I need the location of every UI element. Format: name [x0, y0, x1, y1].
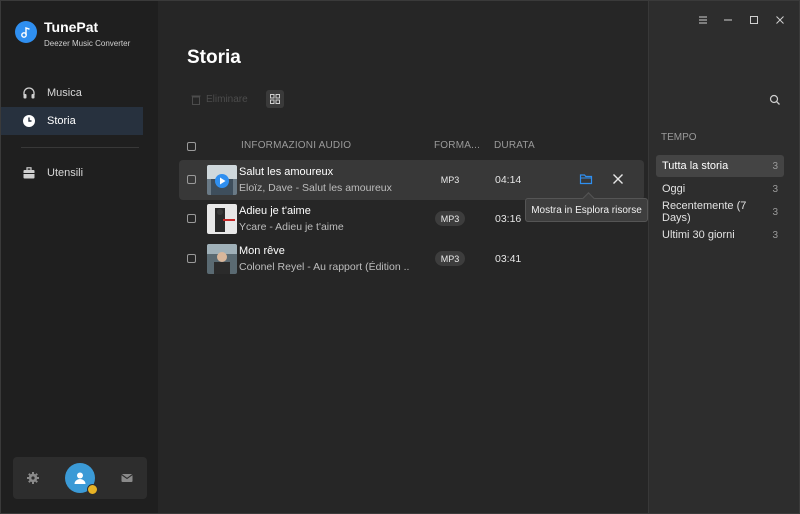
filter-count: 3: [772, 206, 778, 218]
folder-icon[interactable]: [579, 172, 595, 188]
filter-count: 3: [772, 160, 778, 172]
filter-count: 3: [772, 229, 778, 241]
filter-label: Recentemente (7 Days): [662, 200, 747, 224]
tooltip: Mostra in Esplora risorse: [525, 198, 648, 222]
format-badge: MP3: [440, 174, 460, 185]
format-badge: MP3: [435, 211, 465, 226]
filter-count: 3: [772, 183, 778, 195]
app-name: TunePat: [44, 19, 99, 35]
album-cover: [207, 204, 237, 234]
minimize-icon[interactable]: [721, 13, 735, 27]
window-close-icon[interactable]: [773, 13, 787, 27]
column-header-duration: DURATA: [494, 140, 535, 151]
delete-button[interactable]: Eliminare: [191, 90, 261, 108]
filter-item-all[interactable]: Tutta la storia 3: [656, 155, 784, 177]
mail-icon[interactable]: [120, 471, 134, 485]
track-title: Salut les amoureux: [239, 166, 334, 178]
grid-view-icon[interactable]: [266, 90, 284, 108]
sidebar-divider: [21, 147, 139, 148]
premium-badge-icon: [86, 484, 98, 495]
sidebar-item-storia[interactable]: Storia: [1, 107, 143, 135]
gear-icon[interactable]: [26, 471, 40, 485]
filter-header: TEMPO: [661, 132, 697, 143]
filter-label: Oggi: [662, 183, 686, 195]
sidebar-item-musica[interactable]: Musica: [13, 79, 143, 107]
track-title: Adieu je t'aime: [239, 205, 311, 217]
filter-panel: TEMPO Tutta la storia 3 Oggi 3 Recenteme…: [648, 1, 799, 513]
filter-item-recent[interactable]: Recentemente (7 Days) 3: [656, 200, 784, 224]
delete-label: Eliminare: [206, 93, 248, 105]
sidebar-item-label: Musica: [47, 87, 82, 99]
search-icon[interactable]: [769, 93, 783, 107]
track-artist: Eloïz, Dave - Salut les amoureux: [239, 182, 392, 194]
row-checkbox[interactable]: [187, 175, 196, 184]
row-checkbox[interactable]: [187, 254, 196, 263]
column-header-format: FORMA...: [434, 140, 481, 151]
filter-label: Tutta la storia: [662, 160, 729, 172]
menu-icon[interactable]: [696, 13, 710, 27]
sidebar-item-label: Utensili: [47, 167, 84, 179]
track-duration: 03:16: [495, 213, 522, 225]
headphones-icon: [21, 85, 37, 101]
main-content: Storia Eliminare INFORMAZIONI AUDIO FORM…: [158, 1, 648, 513]
track-title: Mon rêve: [239, 245, 285, 257]
track-duration: 03:41: [495, 253, 522, 265]
row-checkbox[interactable]: [187, 214, 196, 223]
music-note-logo-icon: [15, 21, 37, 43]
track-duration: 04:14: [495, 174, 522, 186]
album-cover: [207, 165, 237, 195]
track-artist: Ycare - Adieu je t'aime: [239, 221, 344, 233]
app-subtitle: Deezer Music Converter: [44, 39, 131, 48]
sidebar-item-utensili[interactable]: Utensili: [13, 159, 143, 187]
select-all-checkbox[interactable]: [187, 142, 196, 151]
format-badge: MP3: [435, 251, 465, 266]
brand: TunePat Deezer Music Converter: [15, 19, 130, 48]
filter-item-30-days[interactable]: Ultimi 30 giorni 3: [656, 224, 784, 246]
table-row[interactable]: Mon rêve Colonel Reyel - Au rapport (Édi…: [179, 239, 644, 279]
sidebar-bottom-bar: [13, 457, 147, 499]
sidebar-item-label: Storia: [47, 115, 76, 127]
filter-item-today[interactable]: Oggi 3: [656, 178, 784, 200]
filter-label: Ultimi 30 giorni: [662, 229, 735, 241]
page-title: Storia: [187, 47, 241, 68]
table-row[interactable]: Salut les amoureux Eloïz, Dave - Salut l…: [179, 160, 644, 200]
close-icon[interactable]: [611, 172, 627, 188]
trash-icon: [191, 94, 201, 105]
album-cover: [207, 244, 237, 274]
clock-icon: [21, 113, 37, 129]
track-artist: Colonel Reyel - Au rapport (Édition ...: [239, 261, 409, 273]
user-avatar-icon[interactable]: [64, 463, 98, 495]
column-header-info: INFORMAZIONI AUDIO: [241, 140, 352, 151]
sidebar: TunePat Deezer Music Converter Musica St…: [1, 1, 158, 513]
maximize-icon[interactable]: [747, 13, 761, 27]
app-window: TunePat Deezer Music Converter Musica St…: [0, 0, 800, 514]
toolbox-icon: [21, 165, 37, 181]
